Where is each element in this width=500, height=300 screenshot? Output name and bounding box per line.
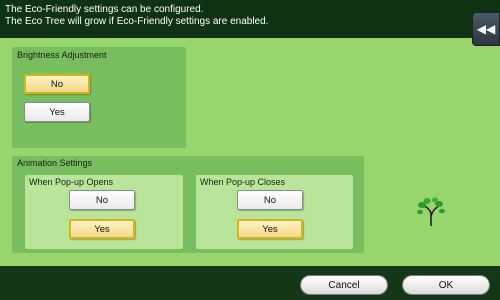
- animation-panel: Animation Settings When Pop-up Opens No …: [12, 156, 364, 253]
- brightness-panel: Brightness Adjustment No Yes: [12, 47, 186, 148]
- popup-opens-panel: When Pop-up Opens No Yes: [25, 175, 183, 249]
- brightness-title: Brightness Adjustment: [17, 50, 107, 60]
- brightness-no-button[interactable]: No: [24, 74, 90, 94]
- animation-title: Animation Settings: [17, 158, 93, 168]
- popup-closes-title: When Pop-up Closes: [200, 177, 286, 187]
- popup-closes-yes-button[interactable]: Yes: [237, 219, 303, 239]
- instruction-header: The Eco-Friendly settings can be configu…: [0, 0, 500, 38]
- settings-area: Brightness Adjustment No Yes Animation S…: [0, 38, 500, 266]
- instruction-line-2: The Eco Tree will grow if Eco-Friendly s…: [5, 16, 269, 27]
- footer-bar: Cancel OK: [0, 266, 500, 300]
- popup-opens-yes-button[interactable]: Yes: [69, 219, 135, 239]
- popup-opens-title: When Pop-up Opens: [29, 177, 114, 187]
- sprout-icon: [417, 197, 445, 226]
- ok-button[interactable]: OK: [402, 275, 490, 295]
- double-chevron-left-icon: ◀◀: [476, 22, 496, 36]
- popup-closes-no-button[interactable]: No: [237, 190, 303, 210]
- collapse-button[interactable]: ◀◀: [472, 12, 500, 46]
- cancel-button[interactable]: Cancel: [300, 275, 388, 295]
- brightness-yes-button[interactable]: Yes: [24, 102, 90, 122]
- popup-opens-no-button[interactable]: No: [69, 190, 135, 210]
- instruction-line-1: The Eco-Friendly settings can be configu…: [5, 4, 204, 15]
- popup-closes-panel: When Pop-up Closes No Yes: [196, 175, 353, 249]
